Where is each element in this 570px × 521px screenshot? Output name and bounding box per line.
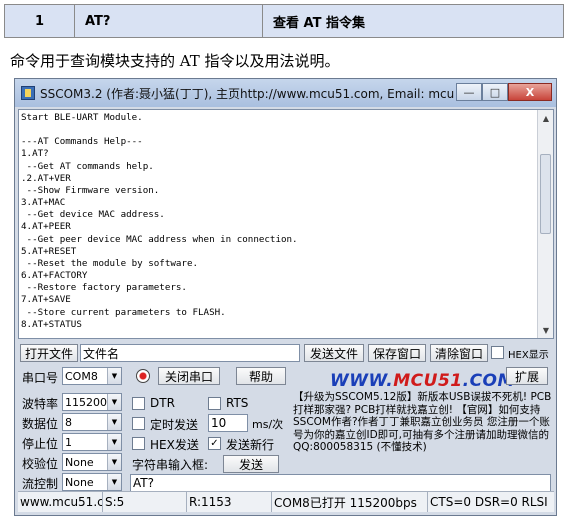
console-line: ---AT Commands Help--- bbox=[21, 136, 143, 148]
scroll-up-arrow-icon[interactable]: ▲ bbox=[538, 110, 554, 126]
window-titlebar[interactable]: SSCOM3.2 (作者:聂小猛(丁丁), 主页http://www.mcu51… bbox=[15, 79, 556, 107]
console-line: 7.AT+SAVE bbox=[21, 294, 71, 306]
receive-console[interactable]: Start BLE-UART Module. ---AT Commands He… bbox=[18, 109, 554, 339]
port-value: COM8 bbox=[65, 369, 98, 383]
port-label: 串口号 bbox=[22, 371, 59, 385]
timed-send-checkbox[interactable] bbox=[132, 417, 145, 430]
send-file-button[interactable]: 发送文件 bbox=[304, 344, 364, 362]
maximize-button[interactable]: □ bbox=[482, 83, 508, 101]
hex-display-label: HEX显示 bbox=[508, 350, 549, 361]
send-button[interactable]: 发送 bbox=[223, 455, 279, 473]
control-panel: 打开文件 文件名 发送文件 保存窗口 清除窗口 HEX显示 串口号 COM8 ▼… bbox=[18, 341, 554, 513]
status-site: www.mcu51.cor bbox=[18, 492, 103, 512]
console-output: Start BLE-UART Module. ---AT Commands He… bbox=[21, 112, 535, 336]
console-line: --Store current parameters to FLASH. bbox=[21, 306, 226, 318]
console-line: 4.AT+PEER bbox=[21, 221, 71, 233]
status-bar: www.mcu51.cor S:5 R:1153 COM8已打开 115200b… bbox=[18, 491, 554, 512]
open-file-button[interactable]: 打开文件 bbox=[20, 344, 78, 362]
console-line: 8.AT+STATUS bbox=[21, 318, 82, 330]
console-line: 3.AT+MAC bbox=[21, 197, 66, 209]
status-port-state: COM8已打开 115200bps bbox=[272, 492, 428, 512]
command-table-row: 1 AT? 查看 AT 指令集 bbox=[4, 4, 564, 38]
interval-input[interactable]: 10 bbox=[208, 414, 248, 432]
stop-bits-label: 停止位 bbox=[22, 437, 59, 451]
chevron-down-icon: ▼ bbox=[107, 394, 121, 410]
port-select[interactable]: COM8 ▼ bbox=[62, 367, 122, 385]
hex-display-checkbox[interactable] bbox=[491, 346, 504, 359]
status-signals: CTS=0 DSR=0 RLSI bbox=[430, 495, 548, 509]
chevron-down-icon: ▼ bbox=[107, 454, 121, 470]
chevron-down-icon: ▼ bbox=[107, 474, 121, 490]
chevron-down-icon: ▼ bbox=[107, 368, 121, 384]
console-line: --Show Firmware version. bbox=[21, 184, 160, 196]
scroll-down-arrow-icon[interactable]: ▼ bbox=[538, 322, 554, 338]
console-line: --Get device MAC address. bbox=[21, 209, 165, 221]
clear-window-button[interactable]: 清除窗口 bbox=[430, 344, 488, 362]
help-button[interactable]: 帮助 bbox=[236, 367, 286, 385]
command-number: 1 bbox=[5, 5, 75, 37]
send-newline-checkbox[interactable]: ✓ bbox=[208, 437, 221, 450]
close-port-button[interactable]: 关闭串口 bbox=[158, 367, 220, 385]
chevron-down-icon: ▼ bbox=[107, 434, 121, 450]
send-newline-label: 发送新行 bbox=[226, 438, 275, 452]
intro-text: 命令用于查询模块支持的 AT 指令以及用法说明。 bbox=[10, 52, 340, 70]
console-line: .2.AT+VER bbox=[21, 172, 71, 184]
command-description: 查看 AT 指令集 bbox=[273, 15, 365, 31]
data-bits-select[interactable]: 8 ▼ bbox=[62, 413, 122, 431]
dtr-checkbox[interactable] bbox=[132, 397, 145, 410]
baud-select[interactable]: 115200 ▼ bbox=[62, 393, 122, 411]
flow-control-select[interactable]: None ▼ bbox=[62, 473, 122, 491]
stop-bits-select[interactable]: 1 ▼ bbox=[62, 433, 122, 451]
sscom-window: SSCOM3.2 (作者:聂小猛(丁丁), 主页http://www.mcu51… bbox=[14, 78, 557, 516]
mcu51-logo: WWW.MCU51.COM bbox=[330, 371, 515, 391]
hex-send-checkbox[interactable] bbox=[132, 437, 145, 450]
filename-field[interactable]: 文件名 bbox=[80, 344, 300, 362]
flow-control-label: 流控制 bbox=[22, 477, 59, 491]
window-title: SSCOM3.2 (作者:聂小猛(丁丁), 主页http://www.mcu51… bbox=[40, 86, 455, 101]
dtr-label: DTR bbox=[150, 396, 175, 410]
parity-select[interactable]: None ▼ bbox=[62, 453, 122, 471]
chevron-down-icon: ▼ bbox=[107, 414, 121, 430]
console-scrollbar[interactable]: ▲ ▼ bbox=[537, 110, 553, 338]
scroll-thumb[interactable] bbox=[540, 154, 551, 234]
minimize-button[interactable]: — bbox=[456, 83, 482, 101]
app-icon bbox=[21, 86, 35, 100]
console-line: --Get peer device MAC address when in co… bbox=[21, 233, 298, 245]
console-line: 5.AT+RESET bbox=[21, 245, 77, 257]
data-bits-label: 数据位 bbox=[22, 417, 59, 431]
expand-button[interactable]: 扩展 bbox=[506, 367, 548, 385]
status-sent: S:5 bbox=[103, 492, 187, 512]
command-name: AT? bbox=[75, 5, 263, 37]
timed-send-label: 定时发送 bbox=[150, 418, 199, 432]
console-line: --Restore factory parameters. bbox=[21, 282, 187, 294]
rts-checkbox[interactable] bbox=[208, 397, 221, 410]
string-input-label: 字符串输入框: bbox=[132, 458, 209, 472]
console-line: Start BLE-UART Module. bbox=[21, 112, 143, 123]
port-status-indicator-icon bbox=[136, 369, 150, 383]
rts-label: RTS bbox=[226, 396, 249, 410]
status-received: R:1153 bbox=[187, 492, 272, 512]
interval-unit-label: ms/次 bbox=[252, 418, 284, 431]
console-line: --Reset the module by software. bbox=[21, 257, 199, 269]
hex-send-label: HEX发送 bbox=[150, 438, 199, 452]
close-button[interactable]: X bbox=[508, 83, 552, 101]
send-input[interactable]: AT? bbox=[130, 474, 551, 492]
parity-label: 校验位 bbox=[22, 457, 59, 471]
save-window-button[interactable]: 保存窗口 bbox=[368, 344, 426, 362]
console-line: 1.AT? bbox=[21, 148, 49, 160]
baud-label: 波特率 bbox=[22, 397, 59, 411]
console-line: 6.AT+FACTORY bbox=[21, 270, 88, 282]
console-line: --Get AT commands help. bbox=[21, 160, 154, 172]
promo-text: 【升级为SSCOM5.12版】新版本USB误拔不死机! PCB打样那家强? PC… bbox=[293, 391, 552, 454]
